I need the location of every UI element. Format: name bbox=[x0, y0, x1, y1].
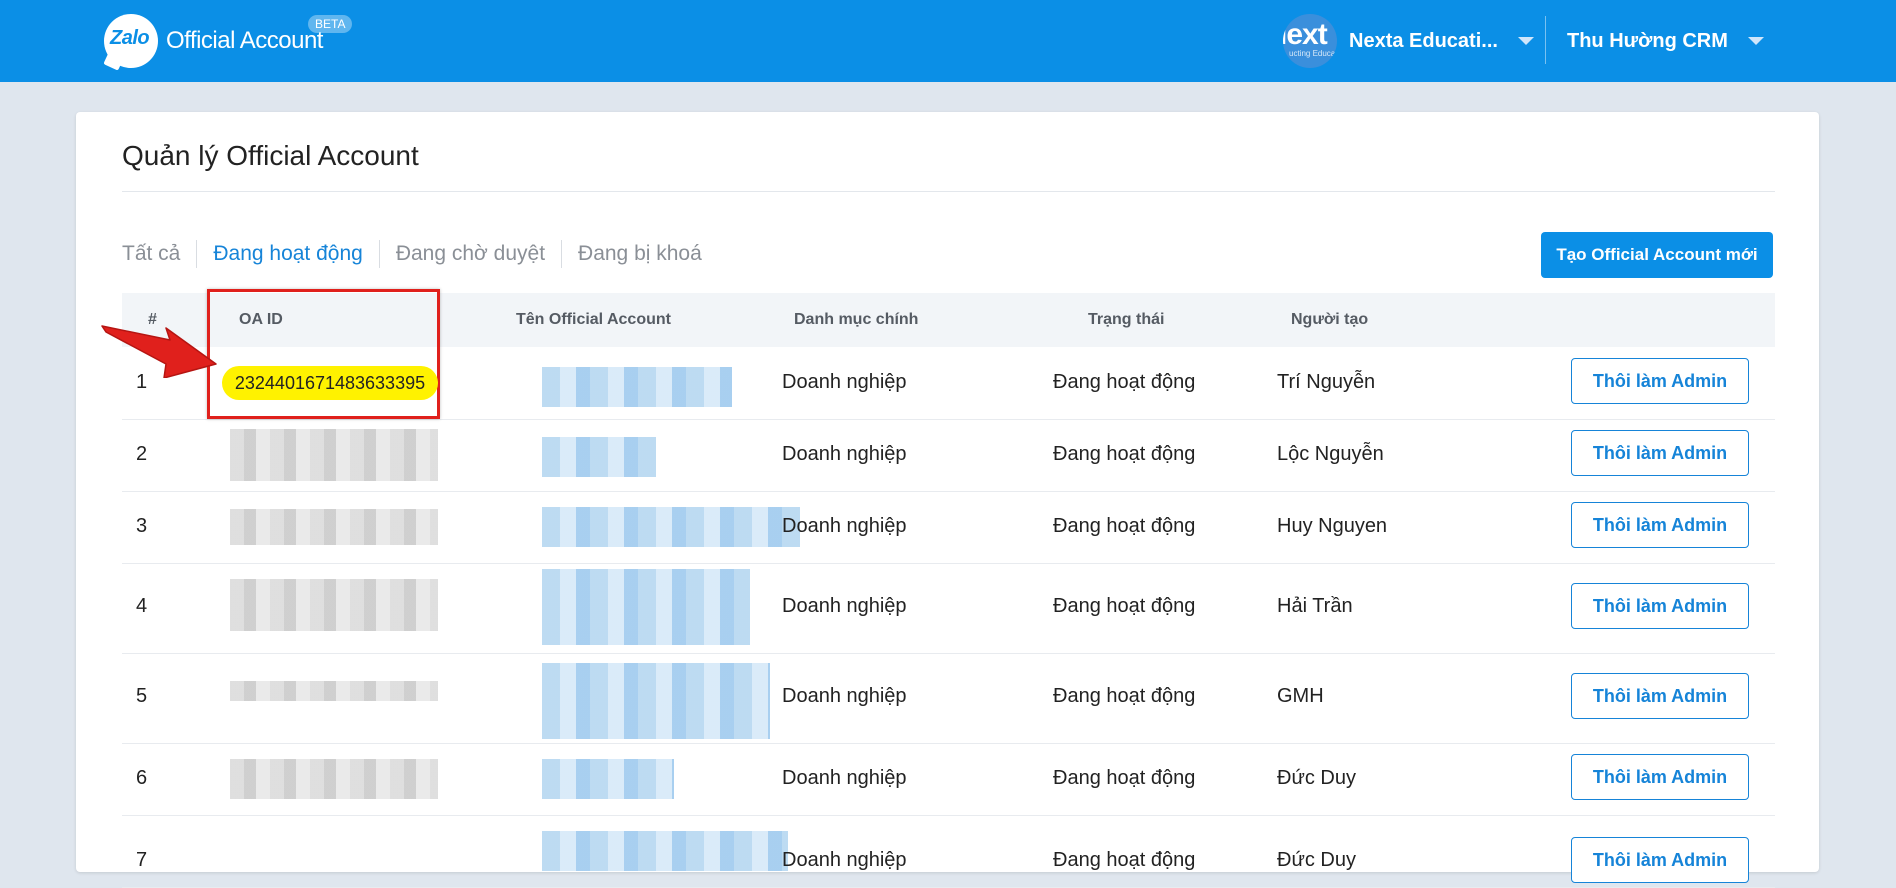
chevron-down-icon bbox=[1517, 37, 1534, 45]
chevron-down-icon bbox=[1747, 37, 1764, 45]
page-title: Quản lý Official Account bbox=[122, 140, 419, 171]
oa-name-redacted bbox=[542, 759, 674, 799]
row-creator: Hải Trần bbox=[1277, 595, 1353, 617]
leave-admin-button[interactable]: Thôi làm Admin bbox=[1571, 502, 1749, 548]
user-menu[interactable]: Thu Hường CRM bbox=[1567, 14, 1764, 68]
create-oa-button[interactable]: Tạo Official Account mới bbox=[1541, 232, 1773, 278]
row-creator: Trí Nguyễn bbox=[1277, 371, 1376, 393]
row-category: Doanh nghiệp bbox=[782, 595, 907, 617]
row-category: Doanh nghiệp bbox=[782, 767, 907, 789]
row-status: Đang hoạt động bbox=[1053, 443, 1196, 465]
row-creator: Lộc Nguyễn bbox=[1277, 443, 1384, 465]
row-category: Doanh nghiệp bbox=[782, 371, 907, 393]
row-status: Đang hoạt động bbox=[1053, 515, 1196, 537]
row-index: 4 bbox=[136, 595, 148, 617]
row-category: Doanh nghiệp bbox=[782, 849, 907, 871]
oa-id-redacted bbox=[230, 429, 438, 481]
table-row: 6 Doanh nghiệp Đang hoạt động Đức Duy Th… bbox=[122, 743, 1775, 816]
oa-id-redacted bbox=[230, 579, 438, 631]
row-category: Doanh nghiệp bbox=[782, 685, 907, 707]
row-creator: GMH bbox=[1277, 685, 1324, 707]
tab-divider bbox=[378, 240, 380, 268]
leave-admin-button[interactable]: Thôi làm Admin bbox=[1571, 430, 1749, 476]
oa-management-card: Quản lý Official Account Tất cả Đang hoạ… bbox=[76, 112, 1819, 888]
table-row: 2 Doanh nghiệp Đang hoạt động Lộc Nguyễn… bbox=[122, 419, 1775, 492]
leave-admin-button[interactable]: Thôi làm Admin bbox=[1571, 754, 1749, 800]
divider bbox=[122, 191, 1775, 192]
leave-admin-button[interactable]: Thôi làm Admin bbox=[1571, 358, 1749, 404]
status-tabs: Tất cả Đang hoạt động Đang chờ duyệt Đan… bbox=[122, 240, 702, 268]
account-name: Nexta Educati... bbox=[1349, 29, 1498, 52]
row-creator: Đức Duy bbox=[1277, 767, 1356, 789]
oa-name-redacted bbox=[542, 663, 770, 739]
col-status: Trạng thái bbox=[1088, 311, 1165, 328]
tab-locked[interactable]: Đang bị khoá bbox=[578, 242, 702, 266]
tab-all[interactable]: Tất cả bbox=[122, 242, 180, 266]
row-creator: Đức Duy bbox=[1277, 849, 1356, 871]
col-category: Danh mục chính bbox=[794, 311, 919, 328]
row-category: Doanh nghiệp bbox=[782, 443, 907, 465]
tab-pending[interactable]: Đang chờ duyệt bbox=[396, 242, 545, 266]
oa-id-redacted bbox=[230, 681, 438, 701]
row-index: 5 bbox=[136, 685, 148, 707]
row-status: Đang hoạt động bbox=[1053, 849, 1196, 871]
row-index: 6 bbox=[136, 767, 148, 789]
table-row: 5 Doanh nghiệp Đang hoạt động GMH Thôi l… bbox=[122, 653, 1775, 744]
row-status: Đang hoạt động bbox=[1053, 685, 1196, 707]
logo-text: Official Account bbox=[166, 27, 323, 54]
oa-name-redacted bbox=[542, 507, 800, 547]
oa-name-redacted bbox=[542, 437, 656, 477]
table-row: 3 Doanh nghiệp Đang hoạt động Huy Nguyen… bbox=[122, 491, 1775, 564]
header-divider bbox=[1545, 16, 1546, 64]
col-creator: Người tạo bbox=[1291, 311, 1369, 328]
oa-id-redacted bbox=[230, 759, 438, 799]
row-index: 3 bbox=[136, 515, 148, 537]
table-row: 4 Doanh nghiệp Đang hoạt động Hải Trần T… bbox=[122, 563, 1775, 654]
tab-divider bbox=[561, 240, 563, 268]
beta-badge: BETA bbox=[308, 15, 353, 33]
account-avatar: lext ucting Educa bbox=[1283, 14, 1337, 68]
tab-divider bbox=[196, 240, 198, 268]
account-switcher[interactable]: lext ucting Educa Nexta Educati... bbox=[1283, 14, 1534, 68]
row-category: Doanh nghiệp bbox=[782, 515, 907, 537]
leave-admin-button[interactable]: Thôi làm Admin bbox=[1571, 673, 1749, 719]
oa-name-redacted bbox=[542, 831, 788, 871]
table-row: 7 Doanh nghiệp Đang hoạt động Đức Duy Th… bbox=[122, 815, 1775, 888]
row-creator: Huy Nguyen bbox=[1277, 515, 1388, 537]
row-index: 2 bbox=[136, 443, 148, 465]
zalo-logo-icon: Zalo bbox=[103, 14, 158, 71]
tab-active[interactable]: Đang hoạt động bbox=[213, 242, 362, 266]
highlighted-oa-id: 2324401671483633395 bbox=[222, 366, 438, 400]
leave-admin-button[interactable]: Thôi làm Admin bbox=[1571, 837, 1749, 883]
row-status: Đang hoạt động bbox=[1053, 595, 1196, 617]
user-name: Thu Hường CRM bbox=[1567, 29, 1728, 52]
oa-id-redacted bbox=[230, 509, 438, 545]
logo-word: Zalo bbox=[110, 27, 150, 49]
oa-name-redacted bbox=[542, 367, 732, 407]
row-status: Đang hoạt động bbox=[1053, 371, 1196, 393]
row-index: 7 bbox=[136, 849, 148, 871]
leave-admin-button[interactable]: Thôi làm Admin bbox=[1571, 583, 1749, 629]
row-status: Đang hoạt động bbox=[1053, 767, 1196, 789]
col-oa-name: Tên Official Account bbox=[516, 311, 671, 328]
red-arrow-icon bbox=[101, 325, 217, 378]
top-bar: Zalo Official Account BETA lext ucting E… bbox=[0, 0, 1896, 82]
oa-name-redacted bbox=[542, 569, 750, 645]
